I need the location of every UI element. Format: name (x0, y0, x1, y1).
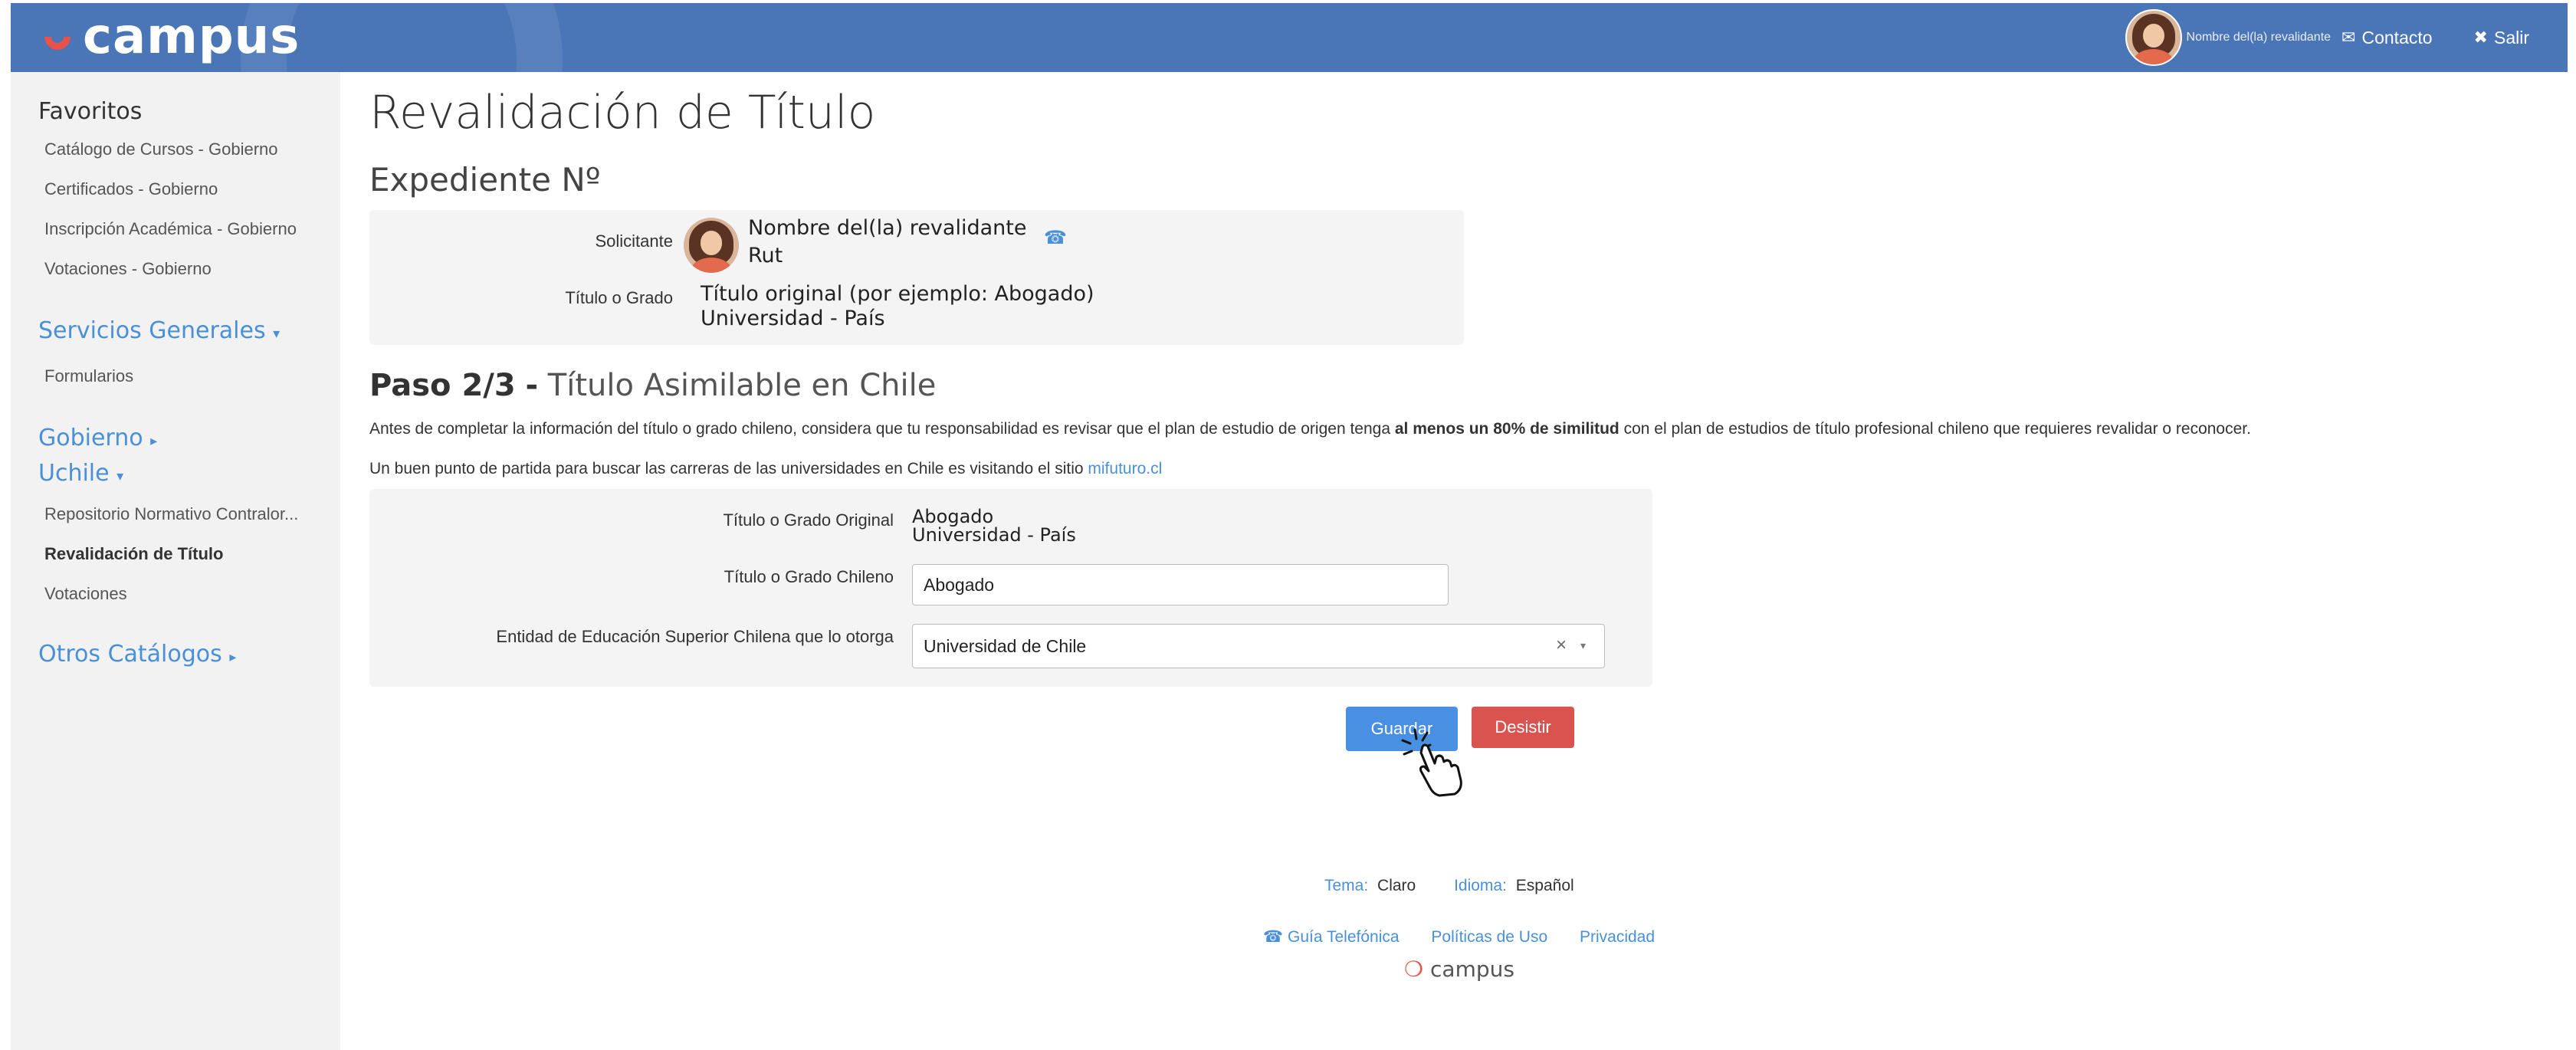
step-name: Título Asimilable en Chile (547, 368, 937, 403)
sidebar-item-repositorio[interactable]: Repositorio Normativo Contralor... (44, 504, 298, 524)
politicas-link[interactable]: Políticas de Uso (1431, 928, 1547, 946)
sidebar-otros-label: Otros Catálogos (38, 641, 222, 668)
sidebar: Favoritos Catálogo de Cursos - Gobierno … (11, 72, 340, 1050)
step-separator: - (525, 368, 539, 403)
phone-icon[interactable]: ☎ (1044, 227, 1067, 249)
titulo-universidad: Universidad - País (701, 307, 885, 330)
close-icon: ✖ (2473, 28, 2488, 47)
step-hint-text: Un buen punto de partida para buscar las… (369, 460, 1084, 477)
sidebar-servicios-heading[interactable]: Servicios Generales ▾ (38, 317, 280, 344)
step-intro: Antes de completar la información del tí… (369, 420, 2251, 438)
caret-right-icon: ▸ (229, 649, 237, 665)
campus-logo-mark-icon: ❍ (1404, 956, 1424, 982)
footer-links: ☎ Guía Telefónica Políticas de Uso Priva… (1263, 927, 1655, 947)
cancel-button[interactable]: Desistir (1472, 707, 1574, 748)
user-avatar[interactable] (2125, 9, 2182, 66)
solicitante-name: Nombre del(la) revalidante (748, 216, 1027, 240)
chileno-input[interactable]: Abogado (912, 564, 1449, 605)
sidebar-item-formularios[interactable]: Formularios (44, 366, 133, 386)
chevron-down-icon[interactable]: ▾ (1580, 639, 1586, 652)
tema-value[interactable]: Claro (1377, 877, 1416, 894)
caret-down-icon: ▾ (116, 468, 124, 484)
solicitante-rut: Rut (748, 244, 783, 267)
sidebar-uchile-label: Uchile (38, 460, 110, 487)
entidad-select-value: Universidad de Chile (924, 635, 1087, 656)
mail-icon: ✉ (2341, 28, 2356, 47)
privacidad-link[interactable]: Privacidad (1580, 928, 1655, 946)
campus-logo-mark-icon (43, 21, 75, 53)
contact-label: Contacto (2361, 27, 2433, 48)
entidad-label: Entidad de Educación Superior Chilena qu… (496, 627, 894, 646)
user-menu: Nombre del(la) revalidante ✉ Contacto ✖ … (2125, 3, 2568, 72)
sidebar-favorites-heading: Favoritos (38, 98, 143, 125)
titulo-grado-label: Título o Grado (565, 288, 673, 307)
titulo-grado-value: Título original (por ejemplo: Abogado) (701, 282, 1094, 306)
sidebar-gobierno-label: Gobierno (38, 425, 143, 451)
sidebar-item-certificados[interactable]: Certificados - Gobierno (44, 179, 218, 199)
clear-icon[interactable]: × (1556, 635, 1567, 656)
form-panel: Título o Grado Original Abogado Universi… (369, 489, 1652, 687)
click-hand-icon (1401, 728, 1462, 797)
solicitante-label: Solicitante (595, 231, 673, 251)
sidebar-item-catalogo[interactable]: Catálogo de Cursos - Gobierno (44, 139, 278, 159)
sidebar-item-inscripcion[interactable]: Inscripción Académica - Gobierno (44, 219, 297, 239)
caret-right-icon: ▸ (150, 433, 158, 449)
logout-link[interactable]: ✖ Salir (2474, 28, 2529, 48)
sidebar-item-votaciones-gobierno[interactable]: Votaciones - Gobierno (44, 259, 212, 279)
step-number: Paso 2/3 (369, 368, 516, 403)
guia-label: Guía Telefónica (1288, 928, 1400, 946)
phone-icon: ☎ (1263, 928, 1288, 946)
page-title: Revalidación de Título (369, 86, 876, 139)
original-label: Título o Grado Original (723, 510, 894, 530)
footer-logo-text: campus (1430, 956, 1514, 982)
campus-logo-text: campus (83, 8, 300, 65)
step-heading: Paso 2/3 - Título Asimilable en Chile (369, 368, 936, 403)
guia-link[interactable]: ☎ Guía Telefónica (1263, 928, 1400, 946)
sidebar-item-revalidacion[interactable]: Revalidación de Título (44, 544, 223, 564)
app-frame: campus Nombre del(la) revalidante ✉ Cont… (11, 3, 2568, 1050)
chileno-label: Título o Grado Chileno (724, 567, 894, 586)
idioma-value[interactable]: Español (1516, 877, 1574, 894)
caret-down-icon: ▾ (273, 326, 281, 342)
step-hint: Un buen punto de partida para buscar las… (369, 460, 1162, 478)
sidebar-item-votaciones[interactable]: Votaciones (44, 584, 127, 604)
entidad-select[interactable]: Universidad de Chile (912, 624, 1605, 668)
mifuturo-link[interactable]: mifuturo.cl (1088, 460, 1162, 477)
sidebar-gobierno-heading[interactable]: Gobierno ▸ (38, 425, 157, 451)
sidebar-uchile-heading[interactable]: Uchile ▾ (38, 460, 123, 487)
logout-label: Salir (2493, 27, 2529, 48)
sidebar-servicios-label: Servicios Generales (38, 317, 266, 344)
footer-settings: Tema: Claro Idioma: Español (1324, 877, 1574, 895)
solicitante-panel: Solicitante Nombre del(la) revalidante R… (369, 210, 1464, 345)
campus-logo[interactable]: campus (43, 8, 300, 66)
user-name[interactable]: Nombre del(la) revalidante (2187, 31, 2332, 44)
footer-logo: ❍ campus (1404, 956, 1514, 982)
solicitante-avatar (684, 218, 739, 273)
original-univ: Universidad - País (912, 524, 1076, 546)
sidebar-otros-heading[interactable]: Otros Catálogos ▸ (38, 641, 236, 668)
tema-label: Tema: (1324, 877, 1369, 894)
idioma-label: Idioma: (1454, 877, 1507, 894)
step-intro-before: Antes de completar la información del tí… (369, 420, 1391, 438)
contact-link[interactable]: ✉ Contacto (2341, 28, 2433, 48)
expediente-heading: Expediente Nº (369, 161, 601, 199)
step-intro-bold: al menos un 80% de similitud (1394, 420, 1619, 438)
step-intro-after: con el plan de estudios de título profes… (1623, 420, 2251, 438)
top-bar: campus Nombre del(la) revalidante ✉ Cont… (11, 3, 2568, 72)
